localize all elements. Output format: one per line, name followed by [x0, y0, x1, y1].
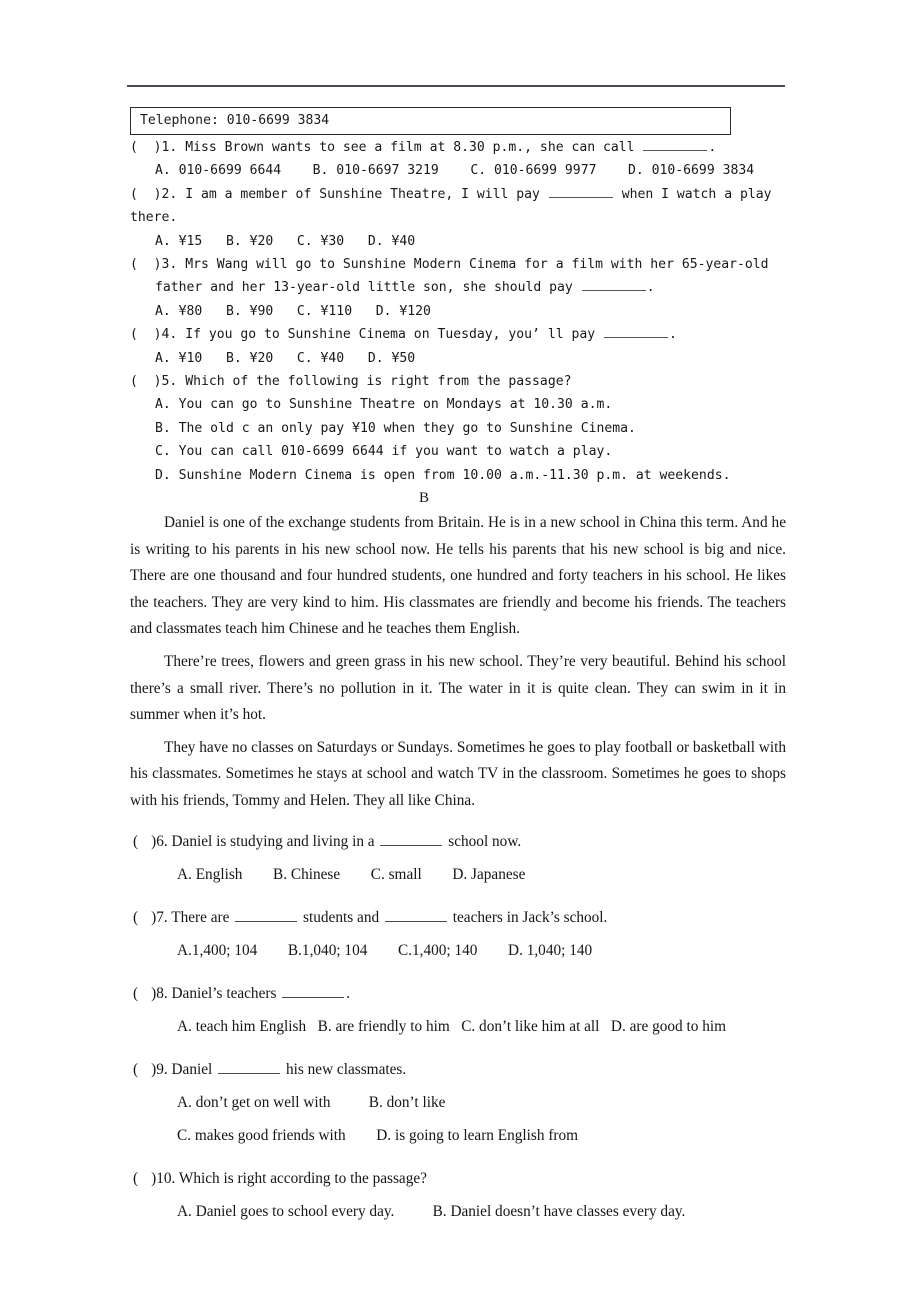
passage-paragraph-3: They have no classes on Saturdays or Sun…	[130, 738, 786, 810]
question-9-options-row-1[interactable]: A. don’t get on well with B. don’t like	[130, 1086, 786, 1119]
part-a-questions: ( )1. Miss Brown wants to see a film at …	[130, 136, 786, 487]
question-5-option-d[interactable]: D. Sunshine Modern Cinema is open from 1…	[130, 464, 786, 487]
question-8-marker-open[interactable]: (	[133, 985, 138, 1002]
question-9-stem-text: Daniel	[167, 1060, 217, 1078]
question-7: ( )7. There are students and teachers in …	[130, 901, 786, 967]
question-6-marker-close: )6.	[151, 832, 168, 850]
question-4-marker[interactable]: ( )4.	[130, 327, 177, 342]
question-7-blank-1[interactable]	[235, 908, 298, 922]
question-7-stem-mid: students and	[299, 908, 383, 926]
question-3-stem: ( )3. Mrs Wang will go to Sunshine Moder…	[130, 253, 786, 276]
question-7-marker-close: )7.	[151, 908, 168, 926]
question-2-stem-tail: when I watch a play	[613, 186, 772, 202]
question-1-marker[interactable]: ( )1.	[130, 140, 177, 155]
question-5-marker[interactable]: ( )5.	[130, 374, 177, 389]
question-1-stem-tail: .	[708, 140, 717, 155]
question-8: ( )8. Daniel’s teachers . A. teach him En…	[130, 977, 786, 1043]
question-7-stem-tail: teachers in Jack’s school.	[448, 908, 608, 926]
question-8-marker-close: )8.	[151, 984, 168, 1002]
question-8-stem-tail: .	[346, 984, 351, 1002]
question-8-stem: ( )8. Daniel’s teachers .	[130, 977, 786, 1010]
question-9-marker-open[interactable]: (	[133, 1061, 138, 1078]
question-3-options[interactable]: A. ¥80 B. ¥90 C. ¥110 D. ¥120	[130, 300, 786, 323]
question-4-options[interactable]: A. ¥10 B. ¥20 C. ¥40 D. ¥50	[130, 347, 786, 370]
question-3-stem-continuation: father and her 13-year-old little son, s…	[130, 276, 786, 299]
question-3-blank[interactable]	[581, 280, 646, 292]
question-7-options[interactable]: A.1,400; 104 B.1,040; 104 C.1,400; 140 D…	[130, 934, 786, 967]
question-6: ()6. Daniel is studying and living in a …	[130, 825, 786, 891]
question-9: ( )9. Daniel his new classmates. A. don’t…	[130, 1053, 786, 1152]
question-10-options[interactable]: A. Daniel goes to school every day. B. D…	[130, 1195, 786, 1228]
telephone-info-box: Telephone: 010-6699 3834	[130, 107, 731, 135]
question-3-continuation-tail: .	[646, 280, 655, 296]
question-3-continuation-text: father and her 13-year-old little son, s…	[155, 280, 581, 296]
question-5-option-c[interactable]: C. You can call 010-6699 6644 if you wan…	[130, 440, 786, 463]
question-9-options-row-2[interactable]: C. makes good friends with D. is going t…	[130, 1119, 786, 1152]
question-2-blank[interactable]	[548, 186, 613, 198]
question-7-marker-open[interactable]: (	[133, 909, 138, 926]
question-4-stem: ( )4. If you go to Sunshine Cinema on Tu…	[130, 323, 786, 346]
question-10: ( )10. Which is right according to the pa…	[130, 1162, 786, 1228]
question-6-stem-tail: school now.	[444, 832, 522, 850]
question-6-options[interactable]: A. English B. Chinese C. small D. Japane…	[130, 858, 786, 891]
question-5-option-a[interactable]: A. You can go to Sunshine Theatre on Mon…	[130, 393, 786, 416]
question-3-marker[interactable]: ( )3.	[130, 257, 177, 272]
question-4-stem-tail: .	[669, 327, 677, 343]
question-9-stem-tail: his new classmates.	[282, 1060, 407, 1078]
question-2-stem-text: I am a member of Sunshine Theatre, I wil…	[177, 186, 548, 202]
question-6-marker-open[interactable]: (	[133, 833, 138, 850]
question-2-marker[interactable]: ( )2.	[130, 187, 177, 202]
question-5-option-b[interactable]: B. The old c an only pay ¥10 when they g…	[130, 417, 786, 440]
header-divider-rule	[127, 85, 785, 87]
document-content: Telephone: 010-6699 3834 ( )1. Miss Brow…	[130, 107, 786, 1228]
question-5-stem: ( )5. Which of the following is right fr…	[130, 370, 786, 393]
passage-paragraph-1: Daniel is one of the exchange students f…	[130, 514, 786, 638]
question-2-options[interactable]: A. ¥15 B. ¥20 C. ¥30 D. ¥40	[130, 230, 786, 253]
question-5-stem-text: Which of the following is right from the…	[177, 374, 572, 390]
question-10-marker-open[interactable]: (	[133, 1170, 138, 1187]
question-9-stem: ( )9. Daniel his new classmates.	[130, 1053, 786, 1086]
question-1-stem-text: Miss Brown wants to see a film at 8.30 p…	[177, 140, 643, 155]
question-9-blank[interactable]	[218, 1060, 281, 1074]
question-2-stem-continuation: there.	[130, 210, 178, 226]
question-8-stem-text: Daniel’s teachers	[167, 984, 281, 1002]
question-3-stem-text: Mrs Wang will go to Sunshine Modern Cine…	[177, 257, 769, 273]
question-7-stem-text: There are	[167, 908, 234, 926]
question-6-stem: ()6. Daniel is studying and living in a …	[130, 825, 786, 858]
question-9-marker-close: )9.	[151, 1060, 168, 1078]
question-10-marker-close: )10.	[151, 1169, 176, 1187]
question-8-options[interactable]: A. teach him English B. are friendly to …	[130, 1010, 786, 1043]
question-1-stem: ( )1. Miss Brown wants to see a film at …	[130, 136, 786, 159]
question-7-blank-2[interactable]	[384, 908, 447, 922]
question-1-options[interactable]: A. 010-6699 6644 B. 010-6697 3219 C. 010…	[130, 159, 786, 182]
question-4-stem-text: If you go to Sunshine Cinema on Tuesday,…	[177, 327, 604, 343]
question-6-stem-text: Daniel is studying and living in a	[167, 832, 379, 850]
question-1-blank[interactable]	[643, 139, 708, 151]
question-4-blank[interactable]	[604, 327, 669, 339]
part-b-passage: Daniel is one of the exchange students f…	[130, 510, 786, 1228]
question-10-stem-text: Which is right according to the passage?	[175, 1169, 427, 1187]
question-7-stem: ( )7. There are students and teachers in …	[130, 901, 786, 934]
question-6-blank[interactable]	[380, 832, 443, 846]
passage-paragraph-2: There’re trees, flowers and green grass …	[130, 653, 786, 724]
exam-page: Telephone: 010-6699 3834 ( )1. Miss Brow…	[0, 0, 920, 1302]
question-10-stem: ( )10. Which is right according to the pa…	[130, 1162, 786, 1195]
question-8-blank[interactable]	[282, 984, 345, 998]
section-heading-b: B	[418, 490, 429, 507]
question-2-stem: ( )2. I am a member of Sunshine Theatre,…	[130, 183, 786, 206]
